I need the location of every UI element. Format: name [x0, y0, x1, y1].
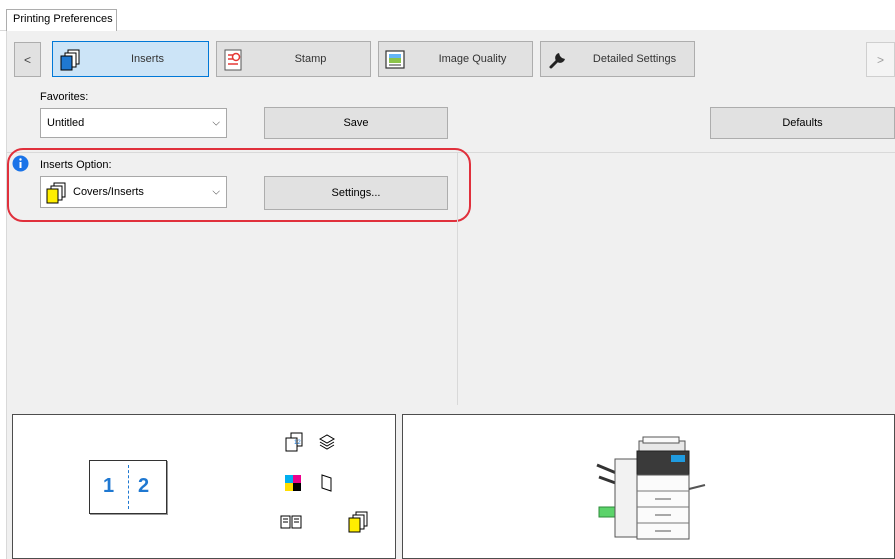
- highlight-annotation: [7, 148, 471, 222]
- device-preview: [402, 414, 895, 559]
- binding-line: [128, 465, 129, 509]
- tab-inserts[interactable]: Inserts: [52, 41, 209, 77]
- tab-stamp[interactable]: Stamp: [216, 41, 371, 77]
- defaults-button[interactable]: Defaults: [710, 107, 895, 139]
- chevron-down-icon: ⌵: [212, 117, 220, 129]
- tab-inserts-label: Inserts: [130, 53, 164, 65]
- svg-text:12: 12: [294, 440, 301, 446]
- covers-inserts-icon: [348, 511, 368, 533]
- page-preview: 1 2: [89, 460, 167, 514]
- tab-detailed-settings-label: Detailed Settings: [592, 53, 677, 65]
- open-book-icon: [280, 515, 302, 529]
- tab-image-quality-label: Image Quality: [438, 53, 507, 65]
- color-mode-icon: [285, 475, 301, 491]
- chevron-right-icon: >: [876, 52, 884, 67]
- nav-next-button[interactable]: >: [866, 42, 895, 77]
- save-button[interactable]: Save: [264, 107, 448, 139]
- layout-preview: 1 2 12: [12, 414, 396, 559]
- tab-printing-preferences[interactable]: Printing Preferences: [6, 9, 117, 31]
- printer-device-icon: [596, 436, 706, 540]
- tab-stamp-label: Stamp: [294, 53, 327, 65]
- booklet-fold-icon: [321, 474, 332, 492]
- page-number-right: 2: [138, 475, 150, 497]
- tab-detailed-settings[interactable]: Detailed Settings: [540, 41, 695, 77]
- chevron-left-icon: <: [23, 52, 31, 67]
- vertical-divider: [457, 153, 458, 405]
- nav-prev-button[interactable]: <: [14, 42, 41, 77]
- favorites-select[interactable]: Untitled ⌵: [40, 108, 227, 138]
- favorites-value: Untitled: [47, 117, 85, 129]
- duplex-icon: 12: [285, 432, 303, 452]
- favorites-label: Favorites:: [40, 91, 89, 103]
- page-number-left: 1: [103, 475, 115, 497]
- tab-image-quality[interactable]: Image Quality: [378, 41, 533, 77]
- stack-icon: [318, 434, 336, 450]
